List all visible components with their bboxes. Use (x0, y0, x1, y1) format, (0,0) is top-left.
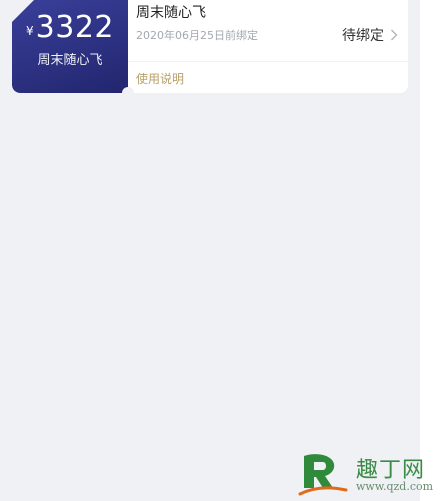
watermark: 趣丁网 www.qzd.com (296, 450, 442, 498)
coupon-details: 周末随心飞 2020年06月25日前绑定 待绑定 使用说明 (128, 0, 408, 93)
coupon-card-name: 周末随心飞 (37, 53, 103, 68)
watermark-url: www.qzd.com (356, 480, 434, 493)
coupon-value-panel: ¥3322 周末随心飞 (12, 0, 134, 93)
amount-value: 3322 (35, 10, 114, 45)
usage-instructions-link[interactable]: 使用说明 (136, 70, 184, 87)
coupon-title: 周末随心飞 (136, 5, 206, 21)
bind-status-button[interactable]: 待绑定 (342, 25, 398, 45)
page-right-margin (420, 0, 444, 501)
bind-status-label: 待绑定 (342, 28, 384, 44)
divider (128, 61, 408, 62)
currency-symbol: ¥ (26, 24, 34, 38)
bind-deadline: 2020年06月25日前绑定 (136, 29, 258, 42)
chevron-right-icon (391, 29, 398, 41)
coupon-card[interactable]: ¥3322 周末随心飞 周末随心飞 2020年06月25日前绑定 待绑定 使用说… (12, 0, 408, 93)
coupon-amount: ¥3322 (26, 10, 114, 45)
brand-logo-icon (298, 454, 348, 496)
